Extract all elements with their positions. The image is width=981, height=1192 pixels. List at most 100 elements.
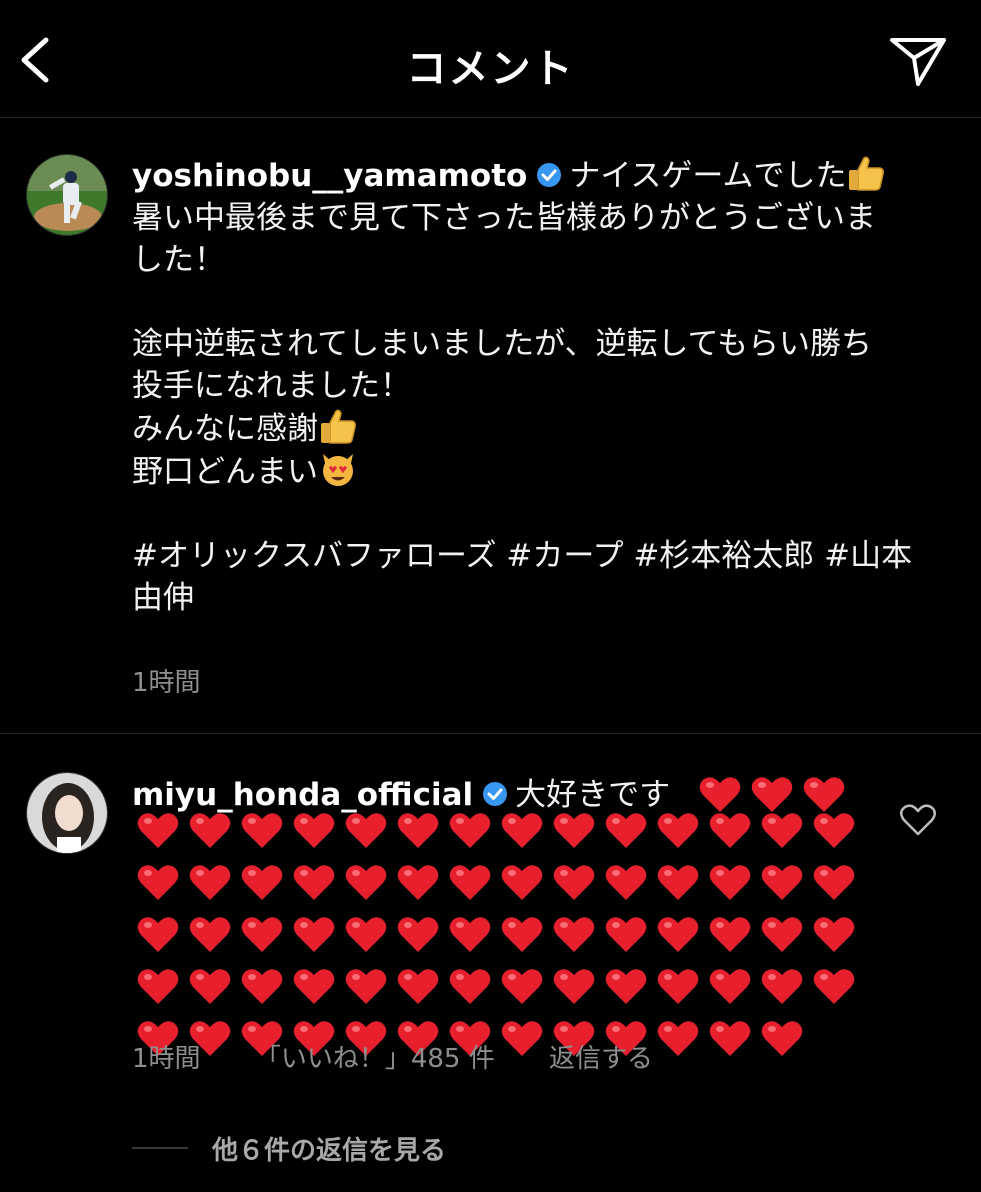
heart-row — [132, 856, 855, 908]
red-heart-icon — [496, 911, 548, 957]
caption-first-line: yoshinobu__yamamoto ナイスゲームでした — [132, 154, 952, 197]
caption-line-noguchi: 野口どんまい — [132, 450, 952, 493]
pitcher-photo-icon — [27, 155, 107, 235]
red-heart-icon — [600, 911, 652, 957]
red-heart-icon — [652, 963, 704, 1009]
red-heart-icon — [340, 963, 392, 1009]
caption-meta: 1時間 — [132, 662, 247, 699]
red-heart-icon — [652, 807, 704, 853]
red-heart-icon — [444, 807, 496, 853]
red-heart-icon — [288, 911, 340, 957]
red-heart-icon — [652, 859, 704, 905]
heart-outline-icon[interactable] — [898, 800, 938, 840]
view-replies-label: 他６件の返信を見る — [212, 1135, 447, 1166]
red-heart-icon — [392, 859, 444, 905]
red-heart-icon — [444, 963, 496, 1009]
reply-button[interactable]: 返信する — [549, 1044, 653, 1074]
red-heart-icon — [184, 911, 236, 957]
header-bar: コメント — [0, 0, 981, 118]
verified-badge-icon — [537, 163, 562, 187]
red-heart-icon — [704, 911, 756, 957]
caption-noguchi-text: 野口どんまい — [132, 454, 318, 490]
caption-hashtags[interactable]: 由伸 — [132, 577, 952, 619]
avatar[interactable] — [26, 772, 108, 854]
red-heart-icon — [340, 859, 392, 905]
red-heart-icon — [236, 963, 288, 1009]
woman-portrait-icon — [27, 773, 107, 853]
caption-hashtags[interactable]: #オリックスバファローズ #カープ #杉本裕太郎 #山本 — [132, 535, 952, 577]
red-heart-icon — [184, 859, 236, 905]
red-heart-icon — [808, 859, 860, 905]
reply-time: 1時間 — [132, 1044, 201, 1074]
red-heart-icon — [808, 911, 860, 957]
caption-body: yoshinobu__yamamoto ナイスゲームでした 暑い中最後まで見て下… — [132, 154, 952, 619]
avatar[interactable] — [26, 154, 108, 236]
red-heart-icon — [756, 1015, 808, 1061]
red-heart-icon — [548, 911, 600, 957]
red-heart-icon — [756, 963, 808, 1009]
caption-line: した！ — [132, 242, 225, 278]
red-heart-icon — [132, 859, 184, 905]
red-heart-icon — [756, 859, 808, 905]
red-heart-icon — [600, 859, 652, 905]
view-replies-button[interactable]: 他６件の返信を見る — [132, 1128, 446, 1168]
red-heart-icon — [184, 807, 236, 853]
red-heart-icon — [340, 807, 392, 853]
caption-line: 投手になれました！ — [132, 368, 411, 404]
red-heart-icon — [288, 859, 340, 905]
likes-count[interactable]: 「いいね！」485 件 — [255, 1044, 495, 1074]
red-heart-icon — [704, 1015, 756, 1061]
heart-row — [132, 804, 855, 856]
thumbs-up-icon — [849, 156, 885, 191]
heart-eyes-cat-icon — [323, 454, 353, 486]
caption-line: 途中逆転されてしまいましたが、逆転してもらい勝ち — [132, 326, 872, 362]
reply-meta: 1時間 「いいね！」485 件 返信する — [132, 1038, 699, 1075]
red-heart-icon — [548, 963, 600, 1009]
red-heart-icon — [392, 911, 444, 957]
red-heart-icon — [704, 859, 756, 905]
paper-plane-icon[interactable] — [888, 34, 948, 88]
red-heart-icon — [496, 859, 548, 905]
page-title: コメント — [406, 46, 575, 92]
red-heart-icon — [132, 963, 184, 1009]
red-heart-icon — [756, 807, 808, 853]
heart-row — [132, 960, 855, 1012]
red-heart-icon — [496, 963, 548, 1009]
red-heart-icon — [496, 807, 548, 853]
red-heart-icon — [444, 911, 496, 957]
caption-line-thanks: みんなに感謝 — [132, 407, 952, 450]
red-heart-icon — [548, 859, 600, 905]
thumbs-up-icon — [321, 409, 356, 444]
red-heart-icon — [288, 807, 340, 853]
red-heart-icon — [236, 807, 288, 853]
red-heart-icon — [236, 859, 288, 905]
red-heart-icon — [756, 911, 808, 957]
red-heart-icon — [132, 807, 184, 853]
caption-username[interactable]: yoshinobu__yamamoto — [132, 158, 527, 194]
red-heart-icon — [184, 963, 236, 1009]
red-heart-icon — [600, 807, 652, 853]
red-heart-icon — [236, 911, 288, 957]
red-heart-icon — [704, 963, 756, 1009]
red-heart-icon — [600, 963, 652, 1009]
caption-text-first: ナイスゲームでした — [569, 158, 847, 194]
divider — [0, 733, 981, 734]
red-heart-icon — [288, 963, 340, 1009]
red-heart-icon — [392, 963, 444, 1009]
red-heart-icon — [392, 807, 444, 853]
red-heart-icon — [132, 911, 184, 957]
red-heart-icon — [548, 807, 600, 853]
red-heart-icon — [704, 807, 756, 853]
red-heart-icon — [652, 911, 704, 957]
caption-time: 1時間 — [132, 668, 201, 698]
red-heart-icon — [808, 963, 860, 1009]
divider-dash — [132, 1147, 188, 1149]
heart-row — [132, 908, 855, 960]
red-heart-icon — [444, 859, 496, 905]
red-heart-icon — [340, 911, 392, 957]
caption-line: 暑い中最後まで見て下さった皆様ありがとうございま — [132, 200, 876, 236]
caption-thanks-text: みんなに感謝 — [132, 411, 318, 447]
red-heart-icon — [808, 807, 860, 853]
